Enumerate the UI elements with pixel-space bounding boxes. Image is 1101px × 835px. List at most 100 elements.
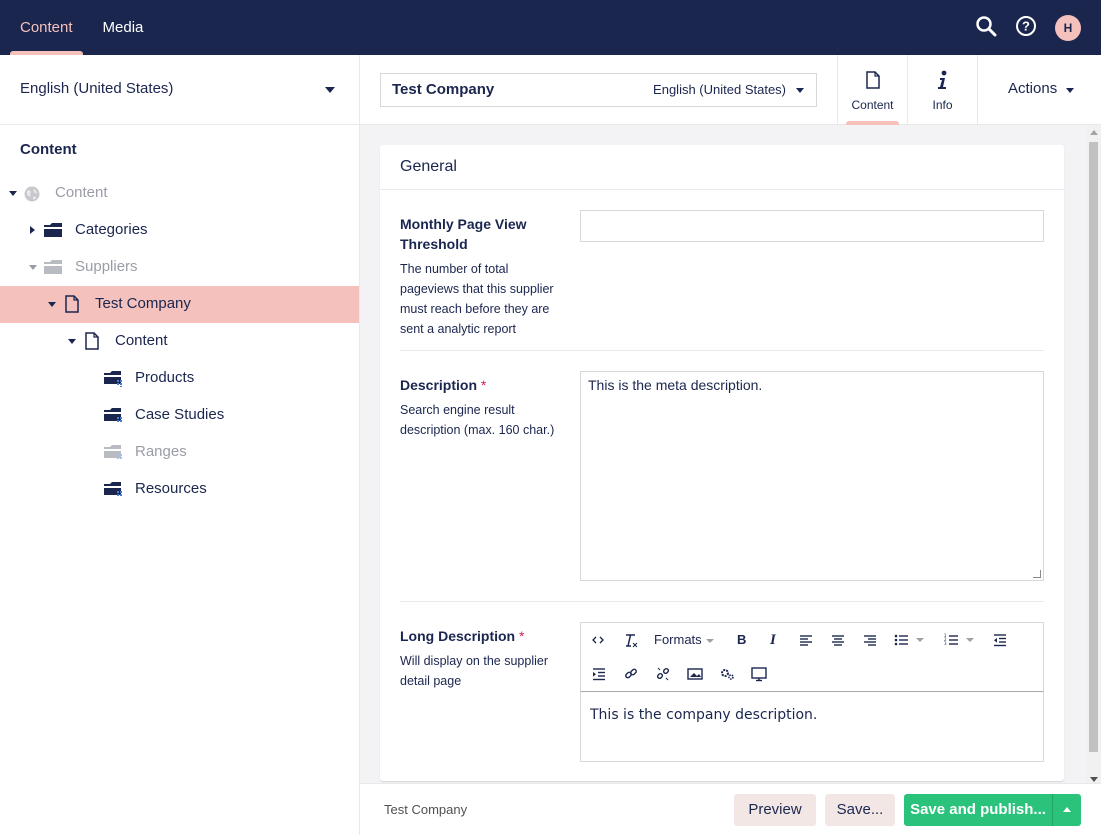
tree-item-label: Content: [115, 332, 168, 349]
threshold-label: Monthly Page View Threshold: [400, 216, 527, 252]
description-label-text: Description: [400, 377, 478, 393]
editor-footer: Test Company Preview Save... Save and pu…: [360, 783, 1101, 835]
save-button[interactable]: Save...: [825, 794, 895, 826]
language-selector[interactable]: English (United States): [0, 55, 359, 125]
chevron-down-icon: [916, 638, 924, 642]
preview-button[interactable]: Preview: [734, 794, 816, 826]
top-bar: Content Media ? H: [0, 0, 1101, 55]
tree-item-products[interactable]: Products: [0, 360, 359, 397]
group-header: General: [380, 145, 1064, 190]
tree-item-label: Categories: [75, 221, 148, 238]
tree-item-test-company[interactable]: Test Company: [0, 286, 359, 323]
chevron-down-icon: [705, 638, 714, 643]
tree-item-categories[interactable]: Categories: [0, 212, 359, 249]
help-icon[interactable]: ?: [1015, 15, 1037, 40]
resize-handle-icon[interactable]: [1033, 570, 1041, 578]
folder-grid-icon: [104, 407, 122, 423]
caret-down-icon[interactable]: [9, 191, 17, 196]
folder-icon: [44, 259, 62, 275]
tab-content[interactable]: Content: [837, 55, 907, 125]
long-description-value: This is the company description.: [590, 707, 818, 723]
align-right-icon[interactable]: [863, 630, 877, 650]
top-right-tools: ? H: [975, 0, 1081, 55]
tree-item-label: Products: [135, 369, 195, 386]
user-avatar[interactable]: H: [1055, 14, 1081, 41]
scroll-thumb[interactable]: [1089, 142, 1098, 752]
tree-item-label: Case Studies: [135, 406, 225, 423]
svg-text:?: ?: [1022, 19, 1030, 34]
node-name[interactable]: Test Company: [392, 81, 494, 98]
node-name-field[interactable]: Test Company English (United States): [380, 73, 817, 107]
long-description-help: Will display on the supplier detail page: [400, 654, 548, 688]
caret-down-icon[interactable]: [29, 265, 37, 270]
bold-icon[interactable]: B: [737, 630, 746, 650]
caret-down-icon[interactable]: [48, 302, 56, 307]
tree-item-case-studies[interactable]: Case Studies: [0, 397, 359, 434]
unlink-icon[interactable]: [656, 664, 670, 684]
sidebar: English (United States) Content Content …: [0, 55, 360, 835]
description-textarea[interactable]: This is the meta description.: [580, 371, 1044, 581]
link-icon[interactable]: [624, 664, 638, 684]
folder-grid-icon: [104, 370, 122, 387]
embed-icon[interactable]: [751, 664, 767, 684]
caret-right-icon[interactable]: [30, 226, 35, 234]
long-description-label: Long Description *: [400, 626, 560, 646]
rte-editor[interactable]: This is the company description.: [580, 692, 1044, 762]
rte-toolbar: Formats B I 123: [580, 622, 1044, 692]
search-icon[interactable]: [975, 15, 997, 40]
actions-label: Actions: [1008, 80, 1058, 97]
globe-icon: [24, 186, 42, 202]
tree-item-label: Suppliers: [75, 258, 138, 275]
tree-item-label: Test Company: [95, 295, 191, 312]
tree-item-ranges[interactable]: Ranges: [0, 434, 359, 471]
chevron-up-icon: [1063, 807, 1071, 812]
tree-item-label: Content: [55, 184, 108, 201]
publish-options-button[interactable]: [1052, 794, 1081, 826]
scrollbar[interactable]: [1086, 125, 1101, 787]
outdent-icon[interactable]: [993, 630, 1007, 650]
align-left-icon[interactable]: [799, 630, 813, 650]
variant-selector[interactable]: English (United States): [653, 82, 786, 97]
folder-grid-icon: [104, 481, 122, 497]
tree-heading: Content: [20, 141, 77, 158]
folder-icon: [44, 222, 62, 238]
italic-icon[interactable]: I: [770, 630, 776, 650]
breadcrumb[interactable]: Test Company: [384, 802, 467, 817]
folder-grid-icon: [104, 444, 122, 460]
align-center-icon[interactable]: [831, 630, 845, 650]
divider: [400, 350, 1044, 351]
indent-icon[interactable]: [592, 664, 606, 684]
description-value: This is the meta description.: [588, 377, 763, 393]
editor-header: Test Company English (United States) Con…: [360, 55, 1101, 125]
caret-down-icon[interactable]: [68, 339, 76, 344]
macro-icon[interactable]: [719, 664, 735, 684]
required-mark: *: [519, 628, 525, 644]
info-icon: [937, 70, 949, 93]
actions-menu[interactable]: Actions: [977, 55, 1101, 125]
save-and-publish-button[interactable]: Save and publish...: [904, 794, 1052, 826]
threshold-input[interactable]: [580, 210, 1044, 242]
image-icon[interactable]: [687, 664, 703, 684]
section-media[interactable]: Media: [93, 0, 164, 55]
scroll-up-arrow[interactable]: [1090, 130, 1098, 135]
clear-formatting-icon[interactable]: [624, 630, 638, 650]
source-code-icon[interactable]: [592, 630, 604, 650]
chevron-down-icon[interactable]: [796, 88, 804, 93]
section-content[interactable]: Content: [0, 0, 93, 55]
document-icon: [866, 71, 880, 92]
tab-info[interactable]: Info: [907, 55, 977, 125]
tab-label: Info: [932, 98, 953, 112]
formats-label: Formats: [654, 632, 702, 647]
tree-item-content-child[interactable]: Content: [0, 323, 359, 360]
tree-item-resources[interactable]: Resources: [0, 471, 359, 508]
description-label: Description *: [400, 375, 560, 395]
tree-item-suppliers[interactable]: Suppliers: [0, 249, 359, 286]
document-icon: [65, 295, 83, 313]
numbered-list-icon[interactable]: 123: [944, 630, 974, 650]
property-group-card: General Monthly Page View Threshold The …: [380, 145, 1064, 781]
bullet-list-icon[interactable]: [894, 630, 924, 650]
group-title: General: [400, 158, 457, 175]
scroll-down-arrow[interactable]: [1090, 777, 1098, 782]
formats-dropdown[interactable]: Formats: [654, 630, 714, 650]
tree-item-content-root[interactable]: Content: [0, 175, 359, 212]
